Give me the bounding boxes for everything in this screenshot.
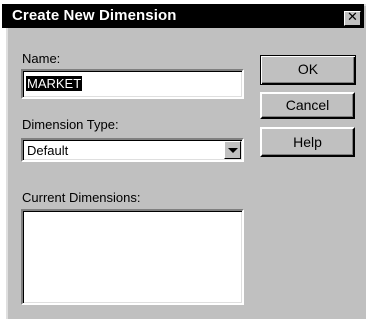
ok-button[interactable]: OK — [260, 55, 356, 85]
dimension-type-select[interactable]: Default — [21, 138, 244, 162]
close-button[interactable]: ✕ — [344, 10, 361, 26]
dialog-title: Create New Dimension — [12, 7, 177, 24]
cancel-button[interactable]: Cancel — [260, 92, 355, 119]
dimension-type-value: Default — [27, 143, 69, 158]
name-input[interactable]: MARKET — [21, 69, 244, 99]
name-input-value: MARKET — [26, 76, 83, 91]
current-dimensions-list[interactable] — [21, 209, 244, 305]
chevron-down-icon — [228, 148, 238, 153]
title-bar: Create New Dimension — [2, 4, 364, 28]
current-dimensions-label: Current Dimensions: — [22, 190, 141, 205]
name-label: Name: — [22, 51, 61, 66]
dimension-type-label: Dimension Type: — [22, 117, 119, 132]
help-button[interactable]: Help — [260, 127, 355, 157]
dropdown-button[interactable] — [224, 141, 241, 159]
close-icon: ✕ — [347, 10, 358, 25]
